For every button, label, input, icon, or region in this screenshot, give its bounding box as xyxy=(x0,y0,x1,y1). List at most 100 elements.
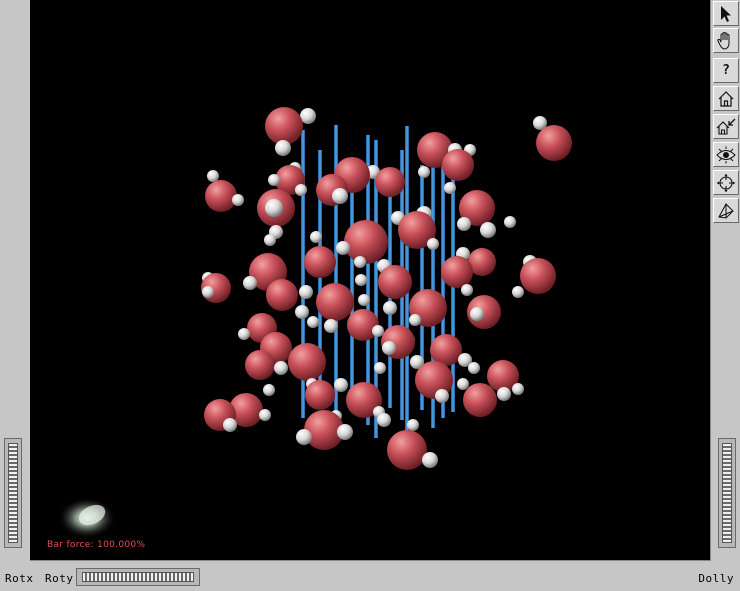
hydrogen-atom xyxy=(268,174,280,186)
hydrogen-atom xyxy=(238,328,250,340)
3d-viewport[interactable]: Bar force: 100.000% xyxy=(30,0,711,561)
hydrogen-atom xyxy=(202,286,214,298)
hydrogen-atom xyxy=(358,294,370,306)
oxygen-atom xyxy=(344,220,388,264)
oxygen-atom xyxy=(316,283,354,321)
hydrogen-atom xyxy=(497,387,511,401)
arrow-pointer-icon xyxy=(721,5,731,22)
hydrogen-atom xyxy=(265,199,283,217)
roty-label: Roty xyxy=(45,572,74,585)
hydrogen-atom xyxy=(337,424,353,440)
hydrogen-atom xyxy=(243,276,257,290)
hydrogen-atom xyxy=(457,378,469,390)
oxygen-atom xyxy=(536,125,572,161)
oxygen-atom xyxy=(266,279,298,311)
hydrogen-atom xyxy=(263,384,275,396)
oxygen-atom xyxy=(265,107,303,145)
hydrogen-atom xyxy=(332,188,348,204)
viewer-toolbar: ? xyxy=(712,0,740,230)
set-home-icon xyxy=(716,118,736,135)
rotx-thumbwheel[interactable] xyxy=(4,438,22,548)
oxygen-atom xyxy=(387,430,427,470)
oxygen-atom xyxy=(288,343,326,381)
hydrogen-atom xyxy=(377,413,391,427)
hydrogen-atom xyxy=(372,325,384,337)
seek-button[interactable] xyxy=(713,170,739,195)
hydrogen-atom xyxy=(334,378,348,392)
crosshair-icon xyxy=(717,173,735,192)
hydrogen-atom xyxy=(409,314,421,326)
hydrogen-atom xyxy=(307,316,319,328)
help-button[interactable]: ? xyxy=(713,58,739,83)
orientation-indicator xyxy=(59,498,115,538)
viewer-window: Bar force: 100.000% ? Rotx Roty Dolly xyxy=(0,0,740,591)
hydrogen-atom xyxy=(444,182,456,194)
hydrogen-atom xyxy=(324,319,338,333)
oxygen-atom xyxy=(375,167,405,197)
hydrogen-atom xyxy=(435,389,449,403)
home-icon xyxy=(718,90,734,107)
hydrogen-atom xyxy=(461,284,473,296)
hydrogen-atom xyxy=(355,274,367,286)
eye-icon xyxy=(716,146,736,163)
dolly-label: Dolly xyxy=(698,572,734,585)
oxygen-atom xyxy=(305,380,335,410)
hydrogen-atom xyxy=(275,140,291,156)
hydrogen-atom xyxy=(295,305,309,319)
perspective-icon xyxy=(718,202,734,219)
oxygen-atom xyxy=(441,256,473,288)
hydrogen-atom xyxy=(504,216,516,228)
hydrogen-atom xyxy=(427,238,439,250)
oxygen-atom xyxy=(378,265,412,299)
hydrogen-atom xyxy=(468,362,480,374)
set-home-button[interactable] xyxy=(713,114,739,139)
hydrogen-atom xyxy=(296,429,312,445)
select-tool-button[interactable] xyxy=(713,1,739,26)
hydrogen-atom xyxy=(232,194,244,206)
oxygen-atom xyxy=(304,246,336,278)
oxygen-atom xyxy=(463,383,497,417)
hydrogen-atom xyxy=(310,231,322,243)
force-bar xyxy=(350,160,354,398)
hydrogen-atom xyxy=(374,362,386,374)
hydrogen-atom xyxy=(259,409,271,421)
hydrogen-atom xyxy=(354,256,366,268)
hydrogen-atom xyxy=(274,361,288,375)
hydrogen-atom xyxy=(264,234,276,246)
hydrogen-atom xyxy=(299,285,313,299)
hydrogen-atom xyxy=(223,418,237,432)
hydrogen-atom xyxy=(336,241,350,255)
rotx-thumbwheel-grip[interactable] xyxy=(8,443,18,543)
hydrogen-atom xyxy=(480,222,496,238)
oxygen-atom xyxy=(245,350,275,380)
hydrogen-atom xyxy=(382,341,396,355)
hand-icon xyxy=(717,31,730,50)
hydrogen-atom xyxy=(512,383,524,395)
hydrogen-atom xyxy=(470,307,484,321)
question-icon: ? xyxy=(722,63,730,78)
pan-tool-button[interactable] xyxy=(713,28,739,53)
rotx-label: Rotx xyxy=(5,572,34,585)
hydrogen-atom xyxy=(295,184,307,196)
hydrogen-atom xyxy=(512,286,524,298)
hydrogen-atom xyxy=(383,301,397,315)
oxygen-atom xyxy=(347,309,379,341)
oxygen-atom xyxy=(205,180,237,212)
bar-force-label: Bar force: 100.000% xyxy=(47,540,146,550)
molecular-scene[interactable] xyxy=(30,0,710,560)
water-molecules xyxy=(201,107,572,470)
projection-button[interactable] xyxy=(713,198,739,223)
hydrogen-atom xyxy=(418,166,430,178)
roty-thumbwheel-grip[interactable] xyxy=(82,572,194,582)
view-all-button[interactable] xyxy=(713,142,739,167)
bottom-controls: Rotx Roty Dolly xyxy=(0,562,740,591)
hydrogen-atom xyxy=(407,419,419,431)
dolly-thumbwheel-grip[interactable] xyxy=(722,443,732,543)
dolly-thumbwheel[interactable] xyxy=(718,438,736,548)
hydrogen-atom xyxy=(207,170,219,182)
hydrogen-atom xyxy=(457,217,471,231)
oxygen-atom xyxy=(442,149,474,181)
hydrogen-atom xyxy=(422,452,438,468)
home-button[interactable] xyxy=(713,86,739,111)
roty-thumbwheel[interactable] xyxy=(76,568,200,586)
